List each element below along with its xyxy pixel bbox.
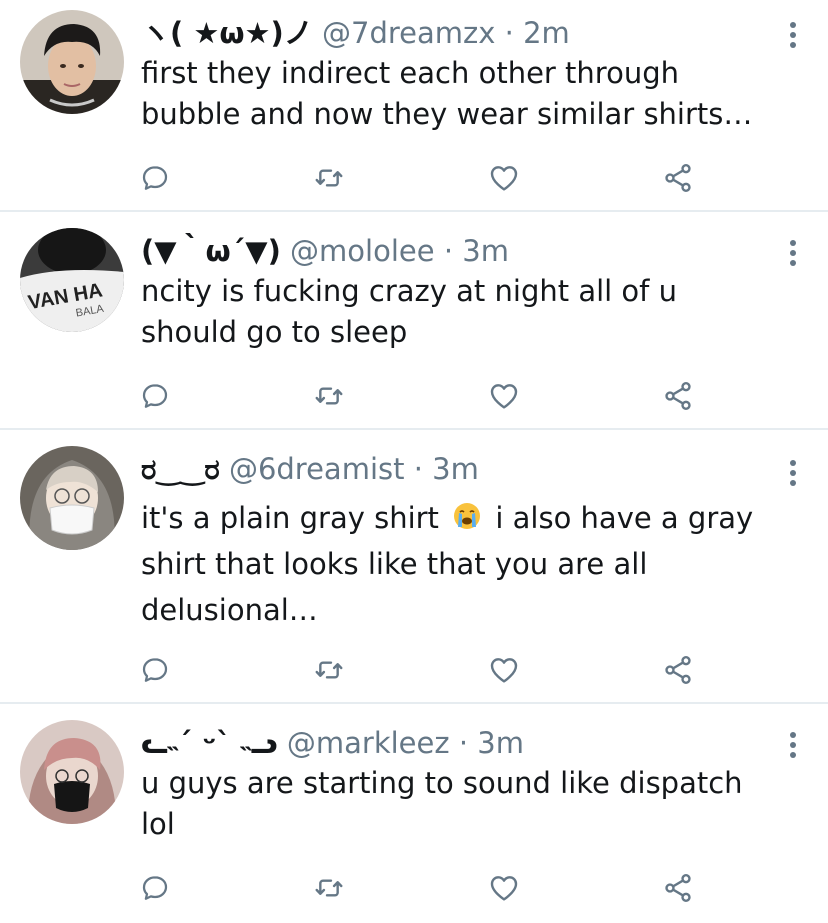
tweet-header: ヽ( ★ω★)ノ @7dreamzx · 2m bbox=[141, 13, 768, 53]
display-name[interactable]: (▼｀ω´▼) bbox=[141, 234, 281, 268]
reply-button[interactable] bbox=[135, 376, 175, 416]
tweet-text: ncity is fucking crazy at night all of u… bbox=[141, 274, 677, 349]
tweet-text: u guys are starting to sound like dispat… bbox=[141, 766, 743, 841]
tweet-text-part-1: it's a plain gray shirt bbox=[141, 501, 439, 535]
heart-icon bbox=[490, 658, 517, 683]
share-icon bbox=[665, 164, 691, 192]
reply-icon bbox=[142, 384, 168, 408]
share-icon bbox=[665, 874, 691, 902]
display-name[interactable]: ヽ( ★ω★)ノ bbox=[141, 16, 313, 50]
tweet-header: ರ‿‿ರ @6dreamist · 3m bbox=[141, 449, 768, 489]
reply-button[interactable] bbox=[135, 650, 175, 690]
tweet-feed: ヽ( ★ω★)ノ @7dreamzx · 2m first they indir… bbox=[0, 0, 828, 923]
avatar[interactable]: VAN HA BALA bbox=[20, 228, 124, 332]
reply-button[interactable] bbox=[135, 868, 175, 908]
tweet-actions bbox=[135, 868, 698, 908]
retweet-icon bbox=[315, 879, 343, 897]
timestamp[interactable]: 3m bbox=[477, 726, 524, 760]
tweet-actions bbox=[135, 158, 698, 198]
retweet-button[interactable] bbox=[309, 158, 349, 198]
retweet-icon bbox=[315, 387, 343, 405]
like-button[interactable] bbox=[484, 376, 524, 416]
separator: · bbox=[458, 726, 469, 760]
handle[interactable]: @mololee bbox=[290, 234, 435, 268]
more-vertical-icon[interactable] bbox=[788, 460, 798, 490]
retweet-icon bbox=[315, 661, 343, 679]
retweet-button[interactable] bbox=[309, 376, 349, 416]
more-vertical-icon[interactable] bbox=[788, 240, 798, 270]
like-button[interactable] bbox=[484, 650, 524, 690]
share-button[interactable] bbox=[658, 868, 698, 908]
reply-icon bbox=[142, 658, 168, 682]
heart-icon bbox=[490, 166, 517, 191]
reply-icon bbox=[142, 166, 168, 190]
more-vertical-icon[interactable] bbox=[788, 22, 798, 52]
tweet-header: ᓚ˵´ ᵕ` ˵ᓗ @markleez · 3m bbox=[141, 723, 768, 763]
share-icon bbox=[665, 656, 691, 684]
timestamp[interactable]: 3m bbox=[432, 452, 479, 486]
loudly-crying-face-icon bbox=[454, 503, 481, 529]
separator: · bbox=[443, 234, 454, 268]
tweet-actions bbox=[135, 650, 698, 690]
retweet-button[interactable] bbox=[309, 868, 349, 908]
share-button[interactable] bbox=[658, 158, 698, 198]
retweet-icon bbox=[315, 169, 343, 187]
timestamp[interactable]: 2m bbox=[523, 16, 570, 50]
share-button[interactable] bbox=[658, 376, 698, 416]
like-button[interactable] bbox=[484, 158, 524, 198]
heart-icon bbox=[490, 384, 517, 409]
separator: · bbox=[413, 452, 423, 486]
handle[interactable]: @7dreamzx bbox=[322, 16, 495, 50]
share-icon bbox=[665, 382, 691, 410]
reply-icon bbox=[142, 876, 168, 900]
tweet-text: it's a plain gray shirt i also have a gr… bbox=[141, 495, 768, 633]
share-button[interactable] bbox=[658, 650, 698, 690]
tweet[interactable]: ヽ( ★ω★)ノ @7dreamzx · 2m first they indir… bbox=[0, 0, 828, 212]
tweet-text: first they indirect each other through b… bbox=[141, 56, 753, 131]
avatar[interactable] bbox=[20, 720, 124, 824]
display-name[interactable]: ರ‿‿ರ bbox=[141, 452, 220, 486]
tweet-header: (▼｀ω´▼) @mololee · 3m bbox=[141, 231, 768, 271]
handle[interactable]: @markleez bbox=[287, 726, 450, 760]
avatar[interactable] bbox=[20, 446, 124, 550]
more-vertical-icon[interactable] bbox=[788, 732, 798, 762]
tweet[interactable]: VAN HA BALA (▼｀ω´▼) @mololee · 3m ncity … bbox=[0, 212, 828, 430]
timestamp[interactable]: 3m bbox=[462, 234, 509, 268]
tweet[interactable]: ರ‿‿ರ @6dreamist · 3m it's a plain gray s… bbox=[0, 430, 828, 704]
avatar[interactable] bbox=[20, 10, 124, 114]
separator: · bbox=[504, 16, 514, 50]
display-name[interactable]: ᓚ˵´ ᵕ` ˵ᓗ bbox=[141, 726, 278, 760]
heart-icon bbox=[490, 876, 517, 901]
handle[interactable]: @6dreamist bbox=[229, 452, 405, 486]
tweet-actions bbox=[135, 376, 698, 416]
tweet[interactable]: ᓚ˵´ ᵕ` ˵ᓗ @markleez · 3m u guys are star… bbox=[0, 704, 828, 923]
reply-button[interactable] bbox=[135, 158, 175, 198]
retweet-button[interactable] bbox=[309, 650, 349, 690]
like-button[interactable] bbox=[484, 868, 524, 908]
